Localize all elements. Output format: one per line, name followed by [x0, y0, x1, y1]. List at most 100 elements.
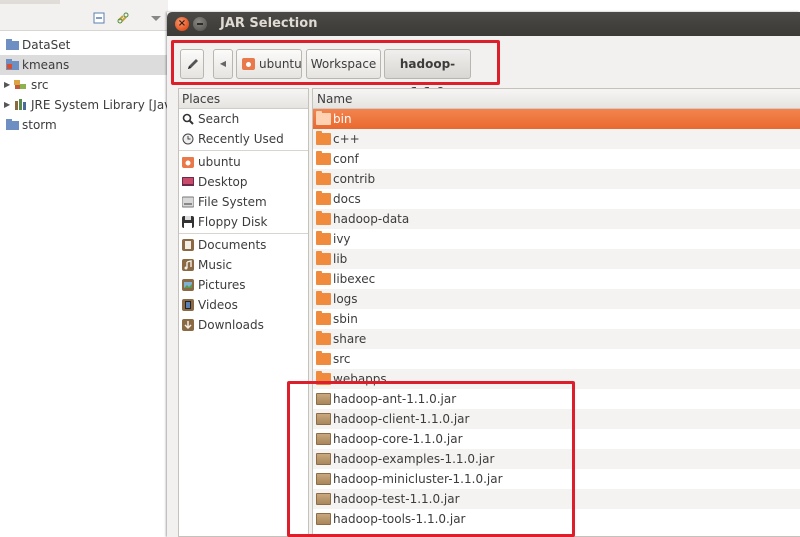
file-name: logs — [333, 292, 358, 306]
places-separator — [179, 233, 308, 234]
jar-file-row[interactable]: hadoop-client-1.1.0.jar — [313, 409, 800, 429]
explorer-tab-edge — [0, 0, 60, 4]
jar-file-row[interactable]: hadoop-core-1.1.0.jar — [313, 429, 800, 449]
close-button[interactable]: × — [175, 17, 189, 31]
folder-row[interactable]: contrib — [313, 169, 800, 189]
place-videos[interactable]: Videos — [179, 295, 308, 315]
place-label: ubuntu — [198, 155, 241, 169]
file-name: bin — [333, 112, 352, 126]
file-name: hadoop-client-1.1.0.jar — [333, 412, 470, 426]
folder-row[interactable]: sbin — [313, 309, 800, 329]
place-pictures[interactable]: Pictures — [179, 275, 308, 295]
folder-row[interactable]: ivy — [313, 229, 800, 249]
place-label: Search — [198, 112, 240, 126]
tree-item-label: JRE System Library [Jav — [31, 98, 168, 112]
java-project-icon — [6, 59, 19, 70]
place-ubuntu[interactable]: ubuntu — [179, 152, 308, 172]
file-name: hadoop-tools-1.1.0.jar — [333, 512, 466, 526]
title-bar[interactable]: × JAR Selection — [167, 12, 800, 36]
crumb-hadoop-1-1-0[interactable]: hadoop-1.1.0 — [384, 49, 471, 99]
path-back-button[interactable]: ◀ — [213, 49, 233, 79]
jar-file-icon — [316, 453, 331, 465]
jar-file-row[interactable]: hadoop-tools-1.1.0.jar — [313, 509, 800, 529]
jar-file-row[interactable]: hadoop-ant-1.1.0.jar — [313, 389, 800, 409]
pictures-folder-icon — [182, 279, 194, 291]
file-name: c++ — [333, 132, 360, 146]
tree-item-jre-library[interactable]: ▶ JRE System Library [Jav — [0, 95, 168, 115]
places-header[interactable]: Places — [179, 89, 308, 109]
search-icon — [182, 113, 194, 125]
place-label: Recently Used — [198, 132, 284, 146]
documents-folder-icon — [182, 239, 194, 251]
place-label: Music — [198, 258, 233, 272]
place-recently-used[interactable]: Recently Used — [179, 129, 308, 149]
folder-row[interactable]: lib — [313, 249, 800, 269]
jar-file-icon — [316, 393, 331, 405]
view-menu-icon[interactable] — [150, 12, 162, 24]
jar-file-icon — [316, 493, 331, 505]
folder-row[interactable]: docs — [313, 189, 800, 209]
tree-item-label: kmeans — [22, 58, 70, 72]
file-name: webapps — [333, 372, 387, 386]
jar-file-row[interactable]: hadoop-minicluster-1.1.0.jar — [313, 469, 800, 489]
folder-icon — [316, 351, 331, 365]
jar-selection-dialog: × JAR Selection ◀ ubuntu Workspace hadoo… — [167, 12, 800, 537]
folder-row[interactable]: hadoop-data — [313, 209, 800, 229]
expand-arrow-icon[interactable]: ▶ — [4, 95, 12, 115]
folder-row[interactable]: bin — [313, 109, 800, 129]
place-label: Pictures — [198, 278, 246, 292]
path-bar: ◀ ubuntu Workspace hadoop-1.1.0 — [167, 36, 800, 99]
file-name: hadoop-ant-1.1.0.jar — [333, 392, 457, 406]
place-label: File System — [198, 195, 267, 209]
jar-file-row[interactable]: hadoop-examples-1.1.0.jar — [313, 449, 800, 469]
videos-folder-icon — [182, 299, 194, 311]
folder-icon — [316, 131, 331, 145]
desktop-icon — [182, 177, 194, 186]
library-icon — [15, 99, 26, 110]
jar-file-icon — [316, 433, 331, 445]
file-name: hadoop-data — [333, 212, 410, 226]
folder-row[interactable]: src — [313, 349, 800, 369]
folder-icon — [316, 371, 331, 385]
place-file-system[interactable]: File System — [179, 192, 308, 212]
tree-item-src[interactable]: ▶ src — [0, 75, 168, 95]
folder-row[interactable]: c++ — [313, 129, 800, 149]
place-label: Videos — [198, 298, 238, 312]
tree-item-label: src — [31, 78, 49, 92]
source-package-icon — [14, 80, 26, 89]
file-name: conf — [333, 152, 359, 166]
edit-location-button[interactable] — [180, 49, 204, 79]
folder-row[interactable]: share — [313, 329, 800, 349]
place-floppy-disk[interactable]: Floppy Disk — [179, 212, 308, 232]
place-label: Downloads — [198, 318, 264, 332]
jar-file-row[interactable]: hadoop-test-1.1.0.jar — [313, 489, 800, 509]
folder-row[interactable]: webapps — [313, 369, 800, 389]
folder-row[interactable]: logs — [313, 289, 800, 309]
place-music[interactable]: Music — [179, 255, 308, 275]
home-folder-icon — [242, 58, 255, 70]
tree-item-kmeans[interactable]: kmeans — [0, 55, 168, 75]
place-documents[interactable]: Documents — [179, 235, 308, 255]
crumb-ubuntu[interactable]: ubuntu — [236, 49, 302, 79]
tree-item-dataset[interactable]: DataSet — [0, 35, 168, 55]
minimize-button[interactable] — [193, 17, 207, 31]
file-name: hadoop-core-1.1.0.jar — [333, 432, 463, 446]
place-search[interactable]: Search — [179, 109, 308, 129]
pencil-icon — [188, 59, 198, 69]
home-folder-icon — [182, 157, 194, 168]
downloads-folder-icon — [182, 319, 194, 331]
file-list: Name bin c++ conf contrib docs hadoop-data ivy… — [312, 88, 800, 537]
place-label: Floppy Disk — [198, 215, 268, 229]
tree-item-storm[interactable]: storm — [0, 115, 168, 135]
link-editor-icon[interactable] — [117, 12, 129, 24]
collapse-all-icon[interactable] — [93, 12, 105, 24]
column-header-name[interactable]: Name — [313, 89, 800, 109]
crumb-workspace[interactable]: Workspace — [306, 49, 381, 79]
folder-icon — [316, 151, 331, 165]
place-downloads[interactable]: Downloads — [179, 315, 308, 335]
place-desktop[interactable]: Desktop — [179, 172, 308, 192]
folder-row[interactable]: conf — [313, 149, 800, 169]
folder-row[interactable]: libexec — [313, 269, 800, 289]
file-name: lib — [333, 252, 348, 266]
expand-arrow-icon[interactable]: ▶ — [4, 75, 12, 95]
